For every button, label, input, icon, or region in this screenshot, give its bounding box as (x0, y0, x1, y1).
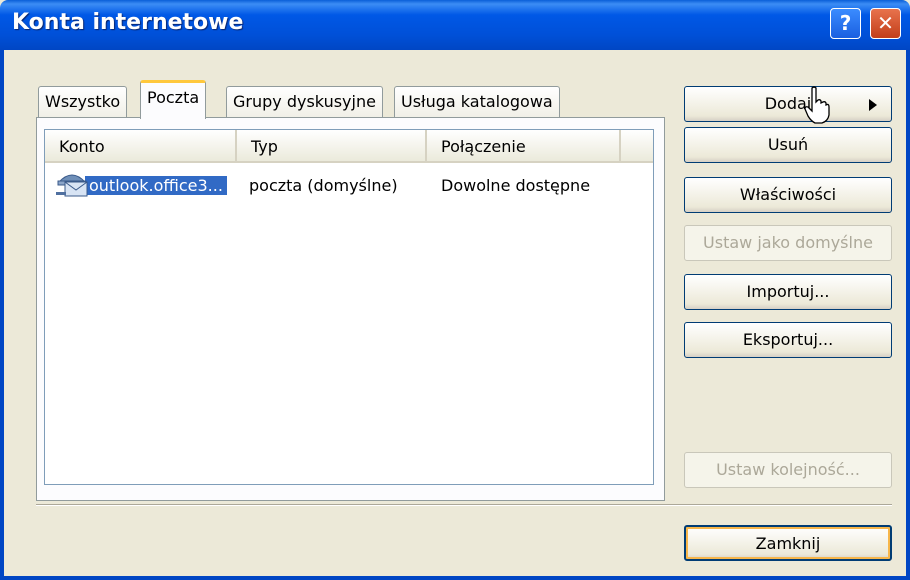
list-item-type: poczta (domyślne) (249, 176, 398, 195)
close-button[interactable]: Zamknij (684, 525, 892, 561)
add-button[interactable]: Dodaj (684, 86, 892, 122)
tab-poczta[interactable]: Poczta (140, 80, 207, 119)
title-bar[interactable]: Konta internetowe ? ✕ (0, 0, 910, 50)
set-order-button[interactable]: Ustaw kolejność... (684, 452, 892, 488)
import-button[interactable]: Importuj... (684, 274, 892, 310)
column-header-polaczenie[interactable]: Połączenie (427, 130, 621, 163)
list-item-connection: Dowolne dostępne (441, 176, 591, 195)
close-window-button[interactable]: ✕ (870, 8, 901, 39)
window-title: Konta internetowe (12, 10, 244, 35)
column-header-typ[interactable]: Typ (237, 130, 427, 163)
mail-account-icon (56, 174, 88, 197)
help-button[interactable]: ? (830, 8, 861, 39)
column-header-empty (621, 130, 653, 163)
set-default-button[interactable]: Ustaw jako domyślne (684, 225, 892, 261)
export-button[interactable]: Eksportuj... (684, 322, 892, 358)
divider (36, 504, 892, 506)
tab-wszystko[interactable]: Wszystko (38, 86, 128, 118)
column-header-konto[interactable]: Konto (45, 130, 237, 163)
submenu-arrow-icon (869, 99, 877, 111)
hand-cursor-icon (804, 86, 830, 124)
list-item-account[interactable]: outlook.office3... (85, 172, 227, 200)
accounts-list[interactable]: Konto Typ Połączenie outlook.office3... … (44, 129, 654, 485)
account-name: outlook.office3... (85, 176, 227, 195)
tab-usluga-katalogowa[interactable]: Usługa katalogowa (394, 86, 560, 118)
remove-button[interactable]: Usuń (684, 127, 892, 163)
tab-grupy-dyskusyjne[interactable]: Grupy dyskusyjne (226, 86, 383, 118)
properties-button[interactable]: Właściwości (684, 177, 892, 213)
